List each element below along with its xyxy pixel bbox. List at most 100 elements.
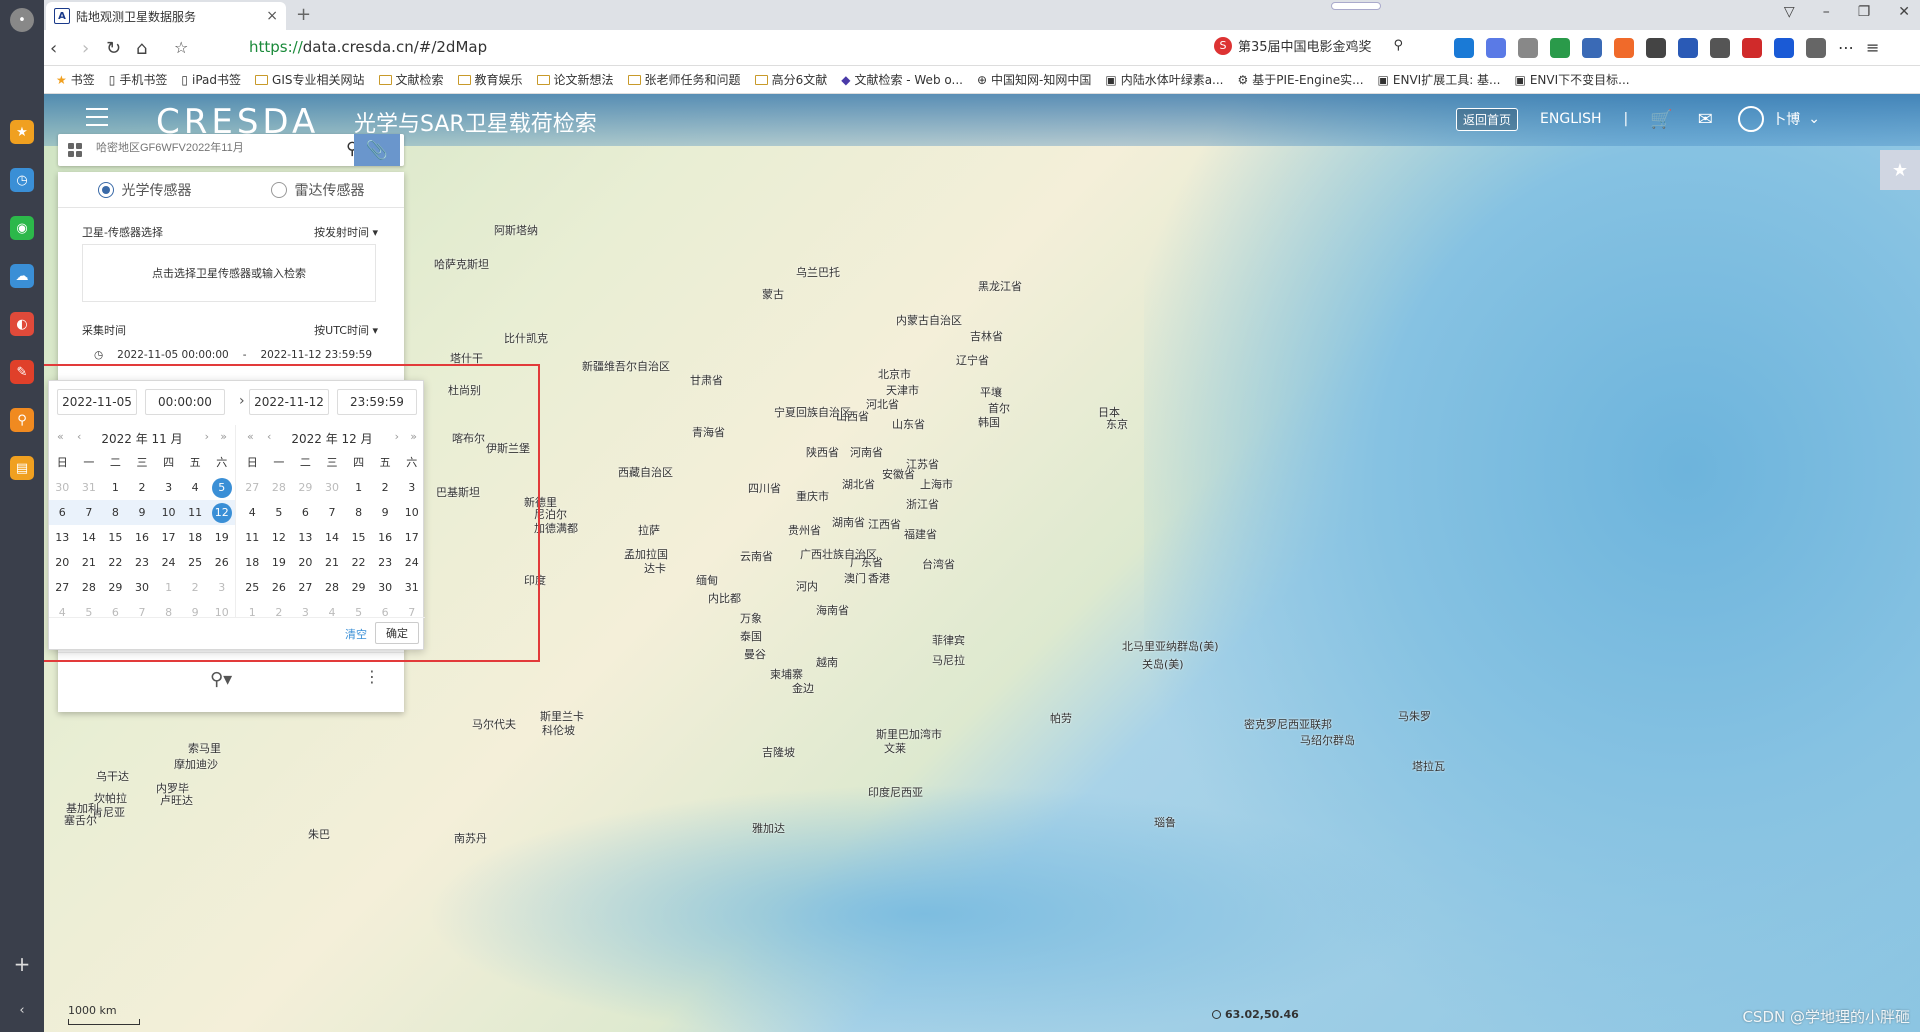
- reload-icon[interactable]: ↻: [106, 38, 121, 59]
- day-cell[interactable]: 31: [76, 475, 103, 500]
- bookmark-item[interactable]: 张老师任务和问题: [627, 71, 741, 88]
- day-cell[interactable]: 12: [208, 500, 235, 525]
- new-tab-icon[interactable]: +: [296, 4, 311, 25]
- day-cell[interactable]: 31: [398, 575, 425, 600]
- day-cell[interactable]: 9: [372, 500, 399, 525]
- bookmark-item[interactable]: ▣ ENVI扩展工具: 基...: [1378, 71, 1501, 88]
- bookmark-item[interactable]: GIS专业相关网站: [255, 71, 365, 88]
- close-window-icon[interactable]: ✕: [1898, 4, 1910, 20]
- day-cell[interactable]: 24: [398, 550, 425, 575]
- cloud-icon[interactable]: ☁: [10, 264, 34, 288]
- day-cell[interactable]: 10: [155, 500, 182, 525]
- day-cell[interactable]: 26: [266, 575, 293, 600]
- search-icon[interactable]: ⚲: [1394, 38, 1404, 53]
- day-cell[interactable]: 2: [372, 475, 399, 500]
- ext-icon[interactable]: [1614, 38, 1634, 58]
- favorites-star-button[interactable]: ★: [1880, 150, 1920, 190]
- browser-tab[interactable]: A 陆地观测卫星数据服务 ×: [46, 2, 286, 30]
- day-cell[interactable]: 21: [319, 550, 346, 575]
- bookmark-item[interactable]: 教育娱乐: [457, 71, 523, 88]
- bookmark-item[interactable]: ▣ 内陆水体叶绿素a...: [1105, 71, 1223, 88]
- day-cell[interactable]: 19: [266, 550, 293, 575]
- user-menu[interactable]: 卜博 ⌄: [1738, 106, 1820, 132]
- bookmark-star-icon[interactable]: ☆: [174, 38, 188, 57]
- day-cell[interactable]: 1: [155, 575, 182, 600]
- next-year-icon[interactable]: »: [220, 430, 227, 443]
- search-input[interactable]: [94, 141, 334, 155]
- day-cell[interactable]: 20: [292, 550, 319, 575]
- time-sort-dropdown[interactable]: 按UTC时间 ▾: [314, 322, 378, 338]
- day-cell[interactable]: 27: [239, 475, 266, 500]
- date-range-input[interactable]: ◷ 2022-11-05 00:00:00 - 2022-11-12 23:59…: [82, 344, 376, 366]
- bookmark-item[interactable]: ◆ 文献检索 - Web o...: [841, 71, 963, 88]
- day-cell[interactable]: 28: [266, 475, 293, 500]
- start-time-input[interactable]: 00:00:00: [145, 389, 225, 415]
- ext-icon[interactable]: [1454, 38, 1474, 58]
- ext-icon[interactable]: [1582, 38, 1602, 58]
- clear-button[interactable]: 清空: [345, 626, 367, 642]
- more-vert-icon[interactable]: ⋮: [364, 667, 380, 686]
- cart-icon[interactable]: 🛒: [1650, 109, 1672, 130]
- bookmark-item[interactable]: 文献检索: [378, 71, 444, 88]
- day-cell[interactable]: 13: [49, 525, 76, 550]
- end-date-input[interactable]: 2022-11-12: [249, 389, 329, 415]
- ext-icon[interactable]: [1550, 38, 1570, 58]
- day-cell[interactable]: 24: [155, 550, 182, 575]
- day-cell[interactable]: 25: [239, 575, 266, 600]
- bookmark-item[interactable]: ▯ iPad书签: [181, 71, 241, 88]
- close-tab-icon[interactable]: ×: [266, 8, 278, 24]
- confirm-button[interactable]: 确定: [375, 622, 419, 644]
- search-options-icon[interactable]: ⚲▾: [210, 669, 232, 690]
- bookmark-item[interactable]: ★ 书签: [56, 71, 95, 88]
- day-cell[interactable]: 25: [182, 550, 209, 575]
- day-cell[interactable]: 30: [319, 475, 346, 500]
- bookmark-item[interactable]: 论文新想法: [536, 71, 614, 88]
- prev-month-icon[interactable]: ‹: [77, 430, 81, 443]
- day-cell[interactable]: 2: [129, 475, 156, 500]
- day-cell[interactable]: 14: [319, 525, 346, 550]
- day-cell[interactable]: 22: [345, 550, 372, 575]
- search-app-icon[interactable]: ⚲: [10, 408, 34, 432]
- day-cell[interactable]: 5: [208, 475, 235, 500]
- radio-radar[interactable]: [270, 181, 287, 198]
- day-cell[interactable]: 23: [129, 550, 156, 575]
- day-cell[interactable]: 29: [102, 575, 129, 600]
- day-cell[interactable]: 28: [76, 575, 103, 600]
- day-cell[interactable]: 16: [372, 525, 399, 550]
- ext-icon[interactable]: [1742, 38, 1762, 58]
- day-cell[interactable]: 8: [345, 500, 372, 525]
- collapse-icon[interactable]: ‹: [10, 998, 34, 1022]
- ext-icon[interactable]: [1710, 38, 1730, 58]
- home-icon[interactable]: ⌂: [136, 38, 147, 59]
- minimize-icon[interactable]: –: [1823, 4, 1830, 20]
- english-link[interactable]: ENGLISH: [1540, 111, 1602, 127]
- clock-icon[interactable]: ◷: [10, 168, 34, 192]
- notes-icon[interactable]: ▤: [10, 456, 34, 480]
- end-time-input[interactable]: 23:59:59: [337, 389, 417, 415]
- day-cell[interactable]: 15: [102, 525, 129, 550]
- home-button[interactable]: 返回首页: [1456, 107, 1519, 131]
- day-cell[interactable]: 2: [182, 575, 209, 600]
- day-cell[interactable]: 12: [266, 525, 293, 550]
- day-cell[interactable]: 6: [49, 500, 76, 525]
- day-cell[interactable]: 9: [128, 500, 156, 525]
- ext-icon[interactable]: [1486, 38, 1506, 58]
- tab-radar[interactable]: 雷达传感器: [231, 172, 404, 207]
- day-cell[interactable]: 23: [372, 550, 399, 575]
- day-cell[interactable]: 1: [345, 475, 372, 500]
- bookmark-item[interactable]: ▯ 手机书签: [109, 71, 168, 88]
- search-suggest[interactable]: S 第35届中国电影金鸡奖 ⚲: [1214, 36, 1403, 55]
- sat-sort-dropdown[interactable]: 按发射时间 ▾: [314, 224, 378, 240]
- ext-icon[interactable]: [1518, 38, 1538, 58]
- day-cell[interactable]: 22: [102, 550, 129, 575]
- bookmark-item[interactable]: 高分6文献: [754, 71, 827, 88]
- day-cell[interactable]: 13: [292, 525, 319, 550]
- add-icon[interactable]: +: [10, 952, 34, 976]
- next-month-icon[interactable]: ›: [395, 430, 399, 443]
- day-cell[interactable]: 8: [102, 500, 129, 525]
- bookmark-item[interactable]: ⊕ 中国知网-知网中国: [977, 71, 1091, 88]
- day-cell[interactable]: 29: [345, 575, 372, 600]
- map-page[interactable]: 阿斯塔纳 哈萨克斯坦 乌兰巴托 蒙古 黑龙江省 内蒙古自治区 吉林省 辽宁省 比什凯克 塔什干 杜尚…: [44, 94, 1920, 1032]
- restore-icon[interactable]: ❐: [1858, 4, 1871, 20]
- ext-icon[interactable]: [1806, 38, 1826, 58]
